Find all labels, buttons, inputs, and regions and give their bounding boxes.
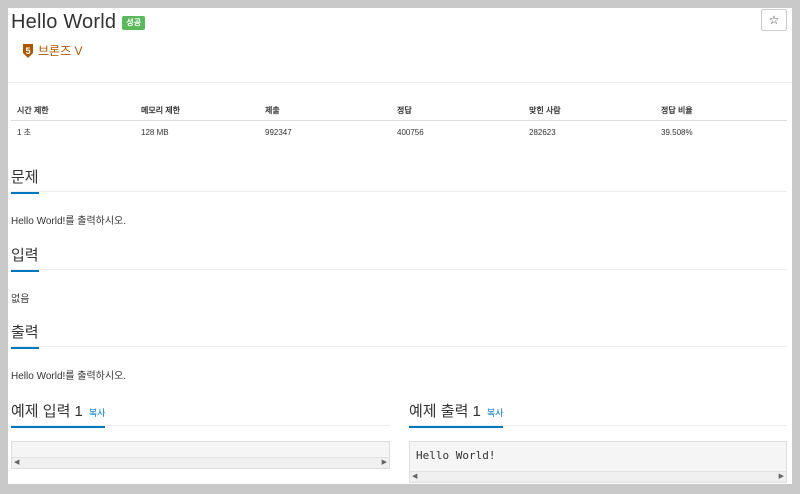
input-heading: 입력 — [11, 244, 39, 272]
sample-input-heading-text: 예제 입력 1 — [11, 403, 83, 420]
sample-input-heading-box: 예제 입력 1 복사 — [11, 400, 106, 428]
output-text: Hello World!를 출력하시오. — [11, 371, 127, 382]
info-header-row: 시간 제한 메모리 제한 제출 정답 맞힌 사람 정답 비율 — [11, 100, 787, 121]
info-value-row: 1 초 128 MB 992347 400756 282623 39.508% — [11, 121, 787, 144]
copy-sample-input-link[interactable]: 복사 — [89, 408, 106, 418]
output-heading: 출력 — [11, 321, 39, 349]
title-row: Hello World 성공 — [11, 9, 145, 35]
info-header: 정답 비율 — [655, 100, 787, 121]
sample-output-heading-text: 예제 출력 1 — [409, 403, 481, 420]
info-header: 맞힌 사람 — [523, 100, 655, 121]
scroll-left-icon[interactable]: ◀ — [412, 473, 417, 481]
problem-title: Hello World — [11, 10, 117, 33]
sample-input-scrollbar[interactable]: ◀ ▶ — [12, 457, 389, 468]
tier-number: 5 — [25, 46, 30, 56]
info-header: 제출 — [259, 100, 391, 121]
sample-input-box: ◀ ▶ — [11, 441, 390, 469]
tier-label: 브론즈 V — [38, 44, 83, 58]
star-icon: ☆ — [768, 13, 780, 27]
info-cell: 400756 — [397, 127, 424, 137]
sample-output-heading: 예제 출력 1 복사 — [409, 400, 504, 428]
problem-page: Hello World 성공 ☆ 5 브론즈 V 시간 제한 메모리 제한 제출… — [8, 8, 792, 484]
header-divider — [8, 82, 792, 83]
info-cell: 282623 — [529, 127, 556, 137]
section-divider — [11, 346, 787, 347]
copy-sample-output-link[interactable]: 복사 — [487, 408, 504, 418]
section-divider — [11, 269, 787, 270]
scroll-right-icon[interactable]: ▶ — [382, 459, 387, 467]
star-button[interactable]: ☆ — [761, 9, 787, 31]
scroll-left-icon[interactable]: ◀ — [14, 459, 19, 467]
sample-output-scrollbar[interactable]: ◀ ▶ — [410, 471, 786, 482]
sample-output-box: Hello World! ◀ ▶ — [409, 441, 787, 483]
scroll-right-icon[interactable]: ▶ — [779, 473, 784, 481]
problem-info-table: 시간 제한 메모리 제한 제출 정답 맞힌 사람 정답 비율 1 초 128 M… — [11, 100, 787, 143]
section-divider — [409, 425, 787, 426]
tier-shield-icon: 5 — [23, 43, 33, 58]
info-header: 시간 제한 — [11, 100, 135, 121]
tier-badge[interactable]: 5 브론즈 V — [22, 42, 82, 59]
section-divider — [11, 191, 787, 192]
info-cell: 39.508% — [661, 127, 693, 137]
sample-input-content — [12, 442, 389, 449]
info-header: 메모리 제한 — [135, 100, 259, 121]
info-cell: 992347 — [265, 127, 292, 137]
info-cell: 1 초 — [17, 127, 32, 137]
sample-output-content: Hello World! — [416, 449, 496, 462]
solved-badge: 성공 — [122, 16, 145, 30]
info-header: 정답 — [391, 100, 523, 121]
input-heading-text: 입력 — [11, 244, 39, 272]
output-heading-text: 출력 — [11, 321, 39, 349]
description-heading-text: 문제 — [11, 166, 39, 194]
input-text: 없음 — [11, 294, 30, 305]
info-cell: 128 MB — [141, 127, 169, 137]
sample-input-heading: 예제 입력 1 복사 — [11, 400, 106, 428]
description-text: Hello World!를 출력하시오. — [11, 216, 127, 227]
description-heading: 문제 — [11, 166, 39, 194]
section-divider — [11, 425, 390, 426]
sample-output-heading-box: 예제 출력 1 복사 — [409, 400, 504, 428]
